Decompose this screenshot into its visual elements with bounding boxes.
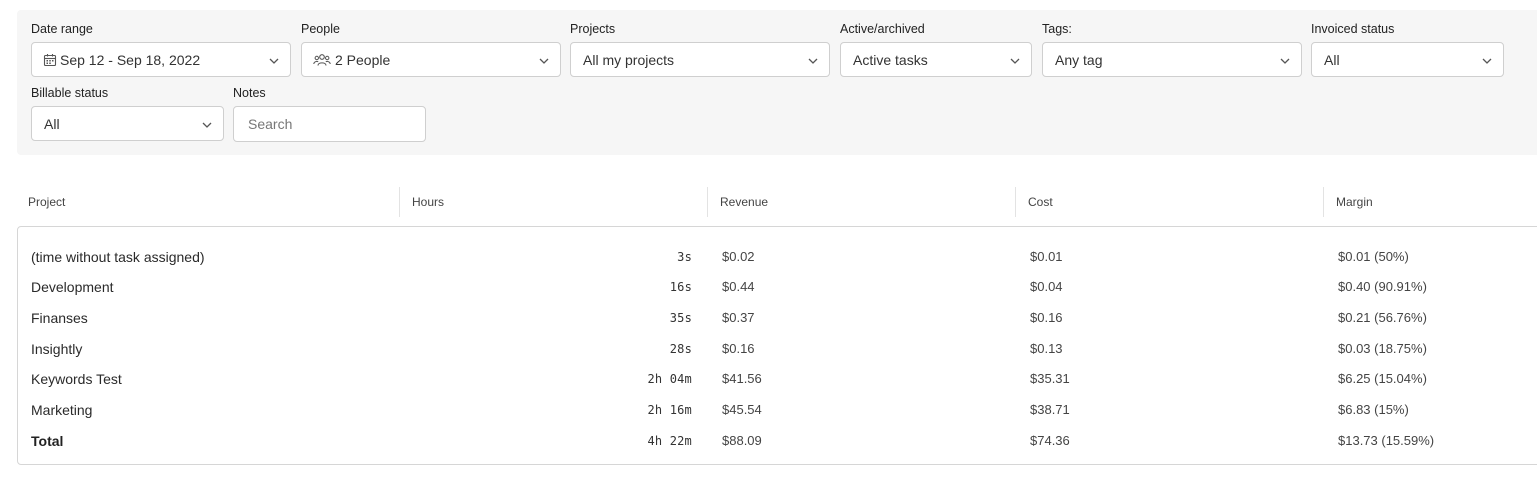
revenue-value: $45.54 <box>722 402 762 417</box>
column-header-margin[interactable]: Margin <box>1323 187 1536 217</box>
invoiced-status-label: Invoiced status <box>1311 22 1395 36</box>
total-label: Total <box>31 433 64 449</box>
notes-label: Notes <box>233 86 266 100</box>
cost-value: $38.71 <box>1030 402 1070 417</box>
notes-search-input[interactable] <box>233 106 426 142</box>
chevron-down-icon <box>1279 54 1291 66</box>
project-name: Insightly <box>31 341 83 357</box>
hours-value: 28s <box>669 342 692 356</box>
chevron-down-icon <box>201 118 213 130</box>
project-name: Marketing <box>31 402 93 418</box>
table-row: Keywords Test 2h 04m $41.56 $35.31 $6.25… <box>18 364 1537 394</box>
table-row: Development 16s $0.44 $0.04 $0.40 (90.91… <box>18 272 1537 302</box>
table-row: Marketing 2h 16m $45.54 $38.71 $6.83 (15… <box>18 395 1537 425</box>
margin-value: $0.21 (56.76%) <box>1338 310 1427 325</box>
revenue-value: $0.16 <box>722 341 755 356</box>
calendar-icon <box>43 53 57 67</box>
revenue-value: $41.56 <box>722 371 762 386</box>
people-label: People <box>301 22 340 36</box>
tags-select[interactable]: Any tag <box>1042 42 1302 77</box>
active-archived-select[interactable]: Active tasks <box>840 42 1032 77</box>
chevron-down-icon <box>268 54 280 66</box>
chevron-down-icon <box>1481 54 1493 66</box>
table-row: (time without task assigned) 3s $0.02 $0… <box>18 242 1537 272</box>
column-header-revenue[interactable]: Revenue <box>707 187 1015 217</box>
project-name: Keywords Test <box>31 371 122 387</box>
revenue-value: $0.37 <box>722 310 755 325</box>
project-name: (time without task assigned) <box>31 249 205 265</box>
project-name: Finanses <box>31 310 88 326</box>
margin-value: $6.25 (15.04%) <box>1338 371 1427 386</box>
billable-status-label: Billable status <box>31 86 109 100</box>
projects-label: Projects <box>570 22 616 36</box>
people-select[interactable]: 2 People <box>301 42 561 77</box>
cost-value: $35.31 <box>1030 371 1070 386</box>
chevron-down-icon <box>807 54 819 66</box>
total-cost-value: $74.36 <box>1030 433 1070 448</box>
invoiced-status-value: All <box>1324 51 1340 68</box>
cost-value: $0.04 <box>1030 279 1063 294</box>
column-header-project[interactable]: Project <box>28 187 398 217</box>
chevron-down-icon <box>1009 54 1021 66</box>
project-name: Development <box>31 279 114 295</box>
people-value: 2 People <box>335 51 391 68</box>
invoiced-status-select[interactable]: All <box>1311 42 1504 77</box>
billable-status-select[interactable]: All <box>31 106 224 141</box>
total-margin-value: $13.73 (15.59%) <box>1338 433 1435 448</box>
date-range-select[interactable]: Sep 12 - Sep 18, 2022 <box>31 42 291 77</box>
table-header: Project Hours Revenue Cost Margin <box>17 187 1537 217</box>
hours-value: 16s <box>669 280 692 294</box>
projects-value: All my projects <box>583 51 675 68</box>
cost-value: $0.16 <box>1030 310 1063 325</box>
hours-value: 35s <box>669 311 692 325</box>
column-header-cost[interactable]: Cost <box>1015 187 1323 217</box>
active-archived-value: Active tasks <box>853 51 928 68</box>
cost-value: $0.01 <box>1030 249 1063 264</box>
table-row: Finanses 35s $0.37 $0.16 $0.21 (56.76%) <box>18 303 1537 333</box>
date-range-label: Date range <box>31 22 93 36</box>
table-total-row: Total 4h 22m $88.09 $74.36 $13.73 (15.59… <box>18 426 1537 456</box>
margin-value: $0.03 (18.75%) <box>1338 341 1427 356</box>
table-row: Insightly 28s $0.16 $0.13 $0.03 (18.75%) <box>18 334 1537 364</box>
column-header-hours[interactable]: Hours <box>399 187 707 217</box>
hours-value: 3s <box>677 250 692 264</box>
margin-value: $0.01 (50%) <box>1338 249 1409 264</box>
chevron-down-icon <box>538 54 550 66</box>
tags-label: Tags: <box>1042 22 1072 36</box>
revenue-value: $0.02 <box>722 249 755 264</box>
date-range-value: Sep 12 - Sep 18, 2022 <box>60 51 201 68</box>
hours-value: 2h 16m <box>647 403 692 417</box>
projects-select[interactable]: All my projects <box>570 42 830 77</box>
active-archived-label: Active/archived <box>840 22 925 36</box>
people-icon <box>313 53 331 67</box>
hours-value: 2h 04m <box>647 372 692 386</box>
margin-value: $0.40 (90.91%) <box>1338 279 1427 294</box>
filter-panel: Date range Sep 12 - Sep 18, 2022 People … <box>17 10 1537 155</box>
report-table: (time without task assigned) 3s $0.02 $0… <box>17 226 1537 465</box>
margin-value: $6.83 (15%) <box>1338 402 1409 417</box>
tags-value: Any tag <box>1055 51 1103 68</box>
total-hours-value: 4h 22m <box>647 434 692 448</box>
billable-status-value: All <box>44 115 60 132</box>
total-revenue-value: $88.09 <box>722 433 762 448</box>
cost-value: $0.13 <box>1030 341 1063 356</box>
revenue-value: $0.44 <box>722 279 755 294</box>
